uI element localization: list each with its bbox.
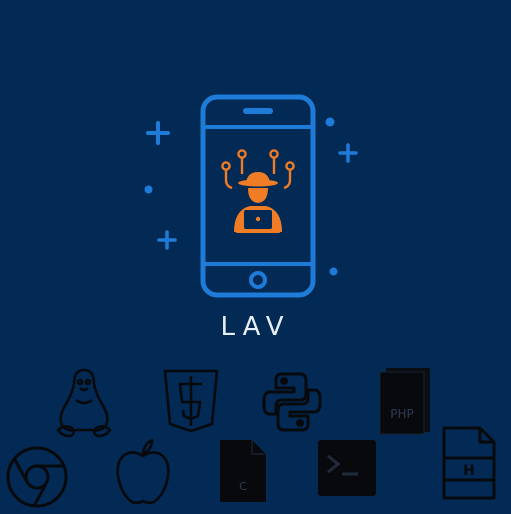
python-icon	[262, 372, 322, 432]
dot-icon	[329, 267, 338, 276]
h-file-icon: H	[442, 426, 496, 500]
app-title: LAV	[220, 312, 291, 342]
c-file-icon: C	[220, 440, 266, 502]
php-file-icon: PHP	[379, 368, 430, 435]
apple-icon	[116, 438, 170, 505]
plus-icon	[338, 143, 358, 163]
chrome-icon	[6, 446, 68, 508]
h-label: H	[463, 463, 475, 479]
app-splash: LAV PHP C H	[0, 0, 511, 514]
terminal-icon	[318, 440, 376, 496]
dot-icon	[325, 117, 335, 127]
c-label: C	[239, 480, 247, 493]
linux-tux-icon	[56, 368, 112, 438]
php-label: PHP	[390, 407, 414, 421]
plus-icon	[157, 230, 177, 250]
dot-icon	[144, 185, 153, 194]
html5-icon	[163, 369, 219, 433]
plus-icon	[146, 121, 170, 145]
hacker-icon	[221, 149, 295, 233]
